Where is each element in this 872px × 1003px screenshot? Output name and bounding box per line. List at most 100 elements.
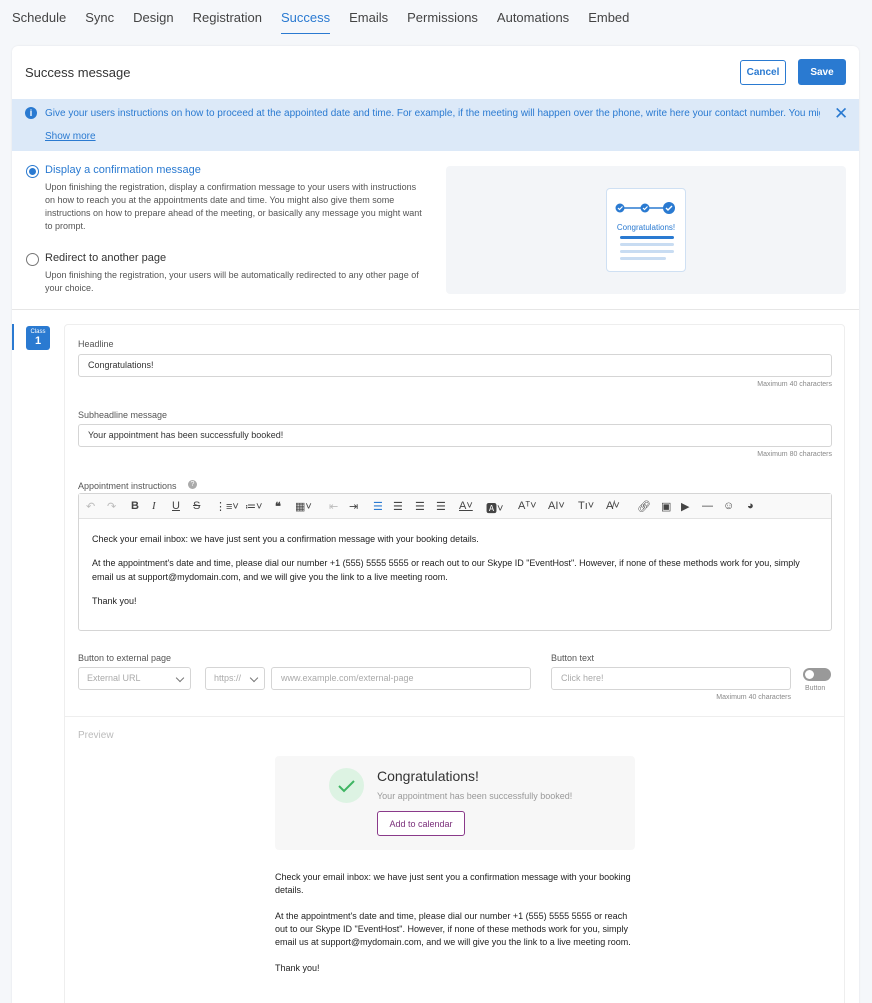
class-accent — [12, 324, 14, 350]
redo-icon[interactable]: ↷ — [107, 500, 116, 513]
table-icon[interactable]: ▦˅ — [295, 500, 312, 513]
check-icon — [338, 780, 355, 793]
protocol-select-value: https:// — [214, 673, 242, 683]
option-redirect-desc: Upon finishing the registration, your us… — [45, 270, 419, 293]
font-size-icon[interactable]: Aᵀ˅ — [518, 500, 537, 512]
close-icon[interactable]: ✕ — [834, 104, 848, 124]
toggle-label: Button — [805, 685, 826, 692]
editor-content[interactable]: Check your email inbox: we have just sen… — [92, 532, 812, 618]
tab-emails[interactable]: Emails — [349, 0, 388, 34]
emoji-icon[interactable]: ☺ — [723, 500, 734, 512]
protocol-select[interactable]: https:// — [205, 667, 265, 690]
font-family-icon[interactable]: AI˅ — [548, 500, 565, 512]
tab-bar: Schedule Sync Design Registration Succes… — [12, 0, 648, 34]
chevron-down-icon — [249, 673, 259, 683]
headline-label: Headline — [78, 339, 114, 349]
save-button[interactable]: Save — [798, 59, 846, 85]
instructions-label: Appointment instructions — [78, 481, 177, 491]
help-icon[interactable]: ? — [188, 480, 197, 489]
button-text-hint: Maximum 40 characters — [716, 694, 791, 701]
undo-icon[interactable]: ↶ — [86, 500, 95, 513]
tab-success[interactable]: Success — [280, 0, 331, 34]
preview-paragraph: Thank you! — [275, 963, 320, 973]
button-text-input[interactable]: Click here! — [551, 667, 791, 690]
external-url-input[interactable]: www.example.com/external-page — [271, 667, 531, 690]
preview-success-card: Congratulations! Your appointment has be… — [275, 756, 635, 850]
underline-icon[interactable]: U — [172, 500, 180, 512]
italic-icon[interactable]: I — [152, 500, 156, 512]
tab-automations[interactable]: Automations — [497, 0, 569, 34]
preview-subheadline: Your appointment has been successfully b… — [377, 791, 573, 801]
subheadline-hint: Maximum 80 characters — [757, 451, 832, 458]
chevron-down-icon — [175, 673, 185, 683]
illustration-line — [620, 236, 674, 239]
indent-icon[interactable]: ⇥ — [349, 500, 358, 513]
illustration-line — [620, 250, 674, 253]
ordered-list-icon[interactable]: ⋮≡˅ — [215, 500, 239, 513]
font-color-icon[interactable]: A˅ — [459, 500, 473, 512]
tab-design[interactable]: Design — [133, 0, 173, 34]
show-more-link[interactable]: Show more — [45, 131, 96, 142]
preview-paragraph: At the appointment's date and time, plea… — [275, 911, 631, 947]
divider — [65, 716, 844, 717]
radio-redirect[interactable] — [26, 253, 39, 266]
strikethrough-icon[interactable]: S — [193, 500, 200, 512]
media-icon[interactable]: ▶︎ — [681, 500, 689, 513]
illustration-mini-card: Congratulations! — [606, 188, 686, 272]
editor-paragraph: Thank you! — [92, 596, 137, 606]
headline-hint: Maximum 40 characters — [757, 381, 832, 388]
add-to-calendar-button[interactable]: Add to calendar — [377, 811, 465, 836]
editor-toolbar: ↶ ↷ B I U S ⋮≡˅ ≔˅ ❝ ▦˅ ⇤ ⇥ ☰ ☰ ☰ ☰ A˅ 🅰… — [79, 494, 831, 519]
page-title: Success message — [25, 65, 131, 80]
bullet-list-icon[interactable]: ≔˅ — [245, 500, 262, 513]
info-banner: i Give your users instructions on how to… — [12, 99, 859, 151]
class-badge[interactable]: Class 1 — [26, 326, 50, 350]
instructions-editor[interactable]: ↶ ↷ B I U S ⋮≡˅ ≔˅ ❝ ▦˅ ⇤ ⇥ ☰ ☰ ☰ ☰ A˅ 🅰… — [78, 493, 832, 631]
justify-icon[interactable]: ☰ — [436, 500, 446, 513]
option-display-confirmation-desc: Upon finishing the registration, display… — [45, 182, 422, 231]
tab-embed[interactable]: Embed — [588, 0, 629, 34]
align-left-icon[interactable]: ☰ — [373, 500, 383, 513]
option-redirect-title[interactable]: Redirect to another page — [45, 252, 166, 264]
progress-steps-icon — [615, 202, 675, 214]
button-text-label: Button text — [551, 653, 595, 663]
align-center-icon[interactable]: ☰ — [393, 500, 403, 513]
editor-paragraph: Check your email inbox: we have just sen… — [92, 534, 479, 544]
external-url-select-value: External URL — [87, 673, 141, 683]
horizontal-line-icon[interactable]: — — [702, 500, 713, 512]
text-transform-icon[interactable]: Tı˅ — [578, 500, 594, 512]
confirmation-illustration: Congratulations! — [446, 166, 846, 294]
outdent-icon[interactable]: ⇤ — [329, 500, 338, 513]
external-url-select[interactable]: External URL — [78, 667, 191, 690]
cancel-button[interactable]: Cancel — [740, 60, 786, 85]
preview-body: Check your email inbox: we have just sen… — [275, 871, 640, 988]
tab-registration[interactable]: Registration — [193, 0, 262, 34]
bold-icon[interactable]: B — [131, 500, 139, 512]
tab-schedule[interactable]: Schedule — [12, 0, 66, 34]
radio-display-confirmation[interactable] — [26, 165, 39, 178]
info-text: Give your users instructions on how to p… — [45, 108, 820, 119]
image-icon[interactable]: ▣ — [661, 500, 671, 513]
external-button-label: Button to external page — [78, 653, 172, 663]
option-display-confirmation-title[interactable]: Display a confirmation message — [45, 164, 201, 176]
text-style-icon[interactable]: A̸˅ — [606, 500, 620, 512]
divider — [12, 309, 859, 310]
highlight-icon[interactable]: 🅰˅ — [486, 500, 503, 516]
preview-label: Preview — [78, 730, 114, 741]
success-check-icon — [329, 768, 364, 803]
illustration-line — [620, 243, 674, 246]
link-icon[interactable]: 🔗︎ — [637, 500, 651, 513]
align-right-icon[interactable]: ☰ — [415, 500, 425, 513]
headline-input[interactable]: Congratulations! — [78, 354, 832, 377]
success-message-card: Success message Cancel Save i Give your … — [12, 46, 859, 1003]
info-icon: i — [25, 107, 37, 119]
tab-sync[interactable]: Sync — [85, 0, 114, 34]
button-toggle[interactable] — [803, 668, 831, 681]
palette-icon[interactable]: ◕ — [747, 500, 754, 512]
preview-paragraph: Check your email inbox: we have just sen… — [275, 872, 631, 895]
subheadline-input[interactable]: Your appointment has been successfully b… — [78, 424, 832, 447]
tab-permissions[interactable]: Permissions — [407, 0, 478, 34]
editor-paragraph: At the appointment's date and time, plea… — [92, 558, 800, 582]
quote-icon[interactable]: ❝ — [275, 500, 281, 513]
class-badge-number: 1 — [34, 335, 42, 347]
